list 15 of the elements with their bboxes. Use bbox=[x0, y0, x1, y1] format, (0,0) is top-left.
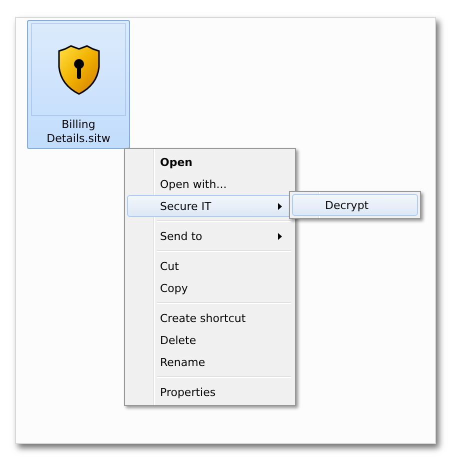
menu-item[interactable]: Open bbox=[127, 151, 293, 173]
menu-item[interactable]: Copy bbox=[127, 277, 293, 299]
menu-item[interactable]: Send to bbox=[127, 225, 293, 247]
menu-item[interactable]: Rename bbox=[127, 351, 293, 373]
menu-item[interactable]: Cut bbox=[127, 255, 293, 277]
submenu-arrow-icon bbox=[278, 232, 282, 240]
shield-icon bbox=[56, 44, 100, 94]
file-name: Billing Details.sitw bbox=[46, 118, 112, 146]
submenu-arrow-icon bbox=[278, 202, 282, 210]
menu-item[interactable]: Decrypt bbox=[292, 194, 418, 216]
file-item[interactable]: Billing Details.sitw bbox=[27, 20, 130, 149]
menu-item[interactable]: Delete bbox=[127, 329, 293, 351]
menu-item[interactable]: Create shortcut bbox=[127, 307, 293, 329]
menu-item[interactable]: Properties bbox=[127, 381, 293, 403]
menu-item[interactable]: Open with... bbox=[127, 173, 293, 195]
